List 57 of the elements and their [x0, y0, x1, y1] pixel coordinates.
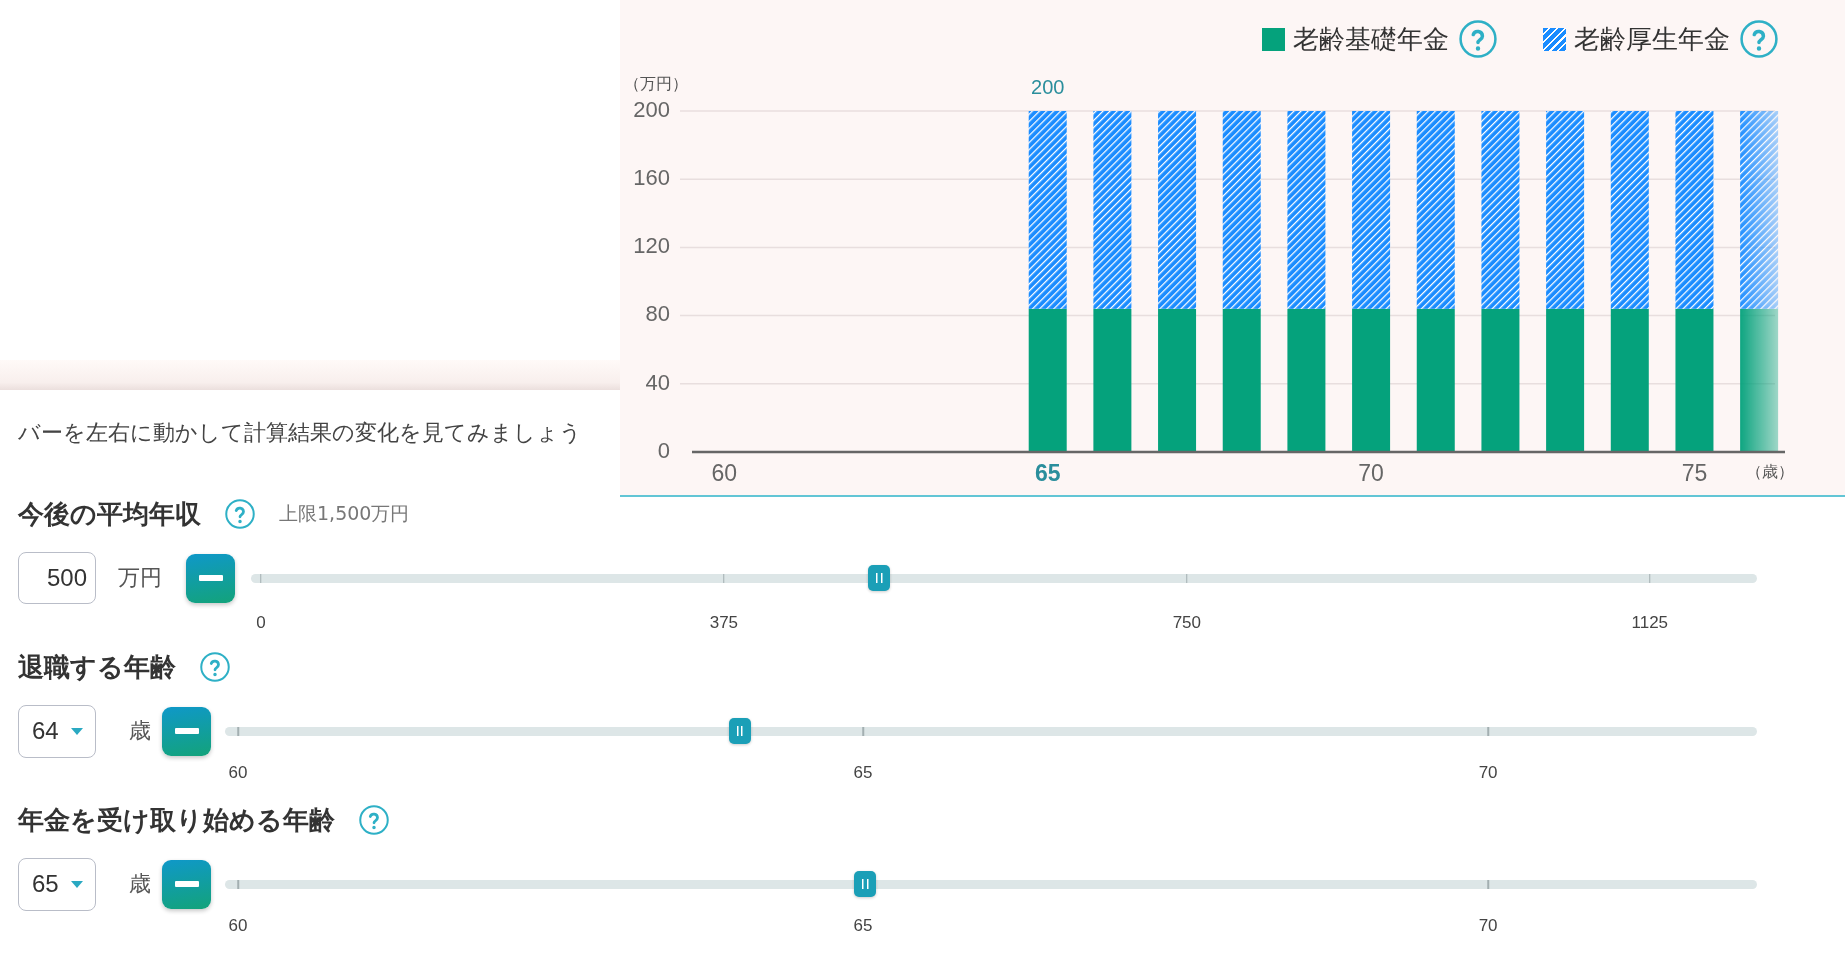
- caret-down-icon: [70, 727, 83, 735]
- y-tick-label: 120: [633, 233, 670, 259]
- tick-label: 70: [1478, 762, 1498, 783]
- minus-button[interactable]: [162, 706, 211, 756]
- slider-thumb[interactable]: [868, 565, 890, 591]
- help-icon[interactable]: [1459, 20, 1497, 58]
- tick-label: 70: [1478, 915, 1498, 936]
- unit-label: 歳: [129, 717, 151, 745]
- unit-label: 歳: [129, 870, 151, 898]
- help-icon[interactable]: [200, 652, 230, 682]
- tick-label: 375: [709, 612, 739, 633]
- field-label: 年金を受け取り始める年齢: [18, 803, 335, 837]
- minus-button[interactable]: [162, 859, 211, 909]
- limit-note: 上限1,500万円: [279, 501, 410, 526]
- age-select[interactable]: 65: [18, 857, 96, 911]
- y-tick-label: 40: [645, 369, 670, 395]
- x-tick-label: 75: [1681, 460, 1708, 487]
- x-axis-unit: （歳）: [1746, 463, 1794, 481]
- slider-tick: [862, 726, 864, 736]
- y-axis-unit: （万円）: [624, 75, 688, 93]
- minus-icon: [198, 575, 223, 581]
- tick-label: 1125: [1631, 612, 1669, 633]
- age-select[interactable]: 64: [18, 704, 96, 758]
- slider-thumb[interactable]: [854, 871, 877, 897]
- slider-tick: [237, 726, 239, 736]
- y-tick-label: 200: [633, 96, 670, 122]
- slider-tick: [1487, 879, 1489, 889]
- tick-label: 750: [1172, 612, 1201, 633]
- tick-label: 60: [228, 762, 248, 783]
- tick-label: 65: [853, 762, 873, 783]
- x-tick-label: 70: [1358, 460, 1384, 487]
- instruction-text: バーを左右に動かして計算結果の変化を見てみましょう: [18, 420, 582, 446]
- tick-label: 60: [228, 915, 248, 936]
- minus-icon: [174, 881, 199, 887]
- legend-label: 老齢厚生年金: [1574, 22, 1730, 56]
- help-icon[interactable]: [359, 805, 389, 835]
- slider-tick: [1487, 726, 1489, 736]
- slider-tick: [237, 879, 239, 889]
- y-tick-label: 80: [645, 301, 670, 327]
- caret-down-icon: [70, 880, 83, 888]
- minus-icon: [174, 728, 199, 734]
- slider-thumb[interactable]: [728, 718, 751, 744]
- x-tick-label: 65: [1034, 460, 1061, 487]
- help-icon[interactable]: [225, 499, 255, 529]
- data-label: 200: [1031, 76, 1065, 99]
- unit-label: 万円: [118, 564, 162, 592]
- tick-label: 0: [256, 612, 266, 633]
- field-label: 退職する年齢: [18, 650, 176, 684]
- x-tick-label: 60: [711, 460, 738, 487]
- y-tick-label: 0: [657, 437, 670, 463]
- field-label: 今後の平均年収: [18, 497, 201, 531]
- income-input[interactable]: 500: [18, 552, 96, 604]
- minus-button[interactable]: [186, 553, 235, 603]
- y-tick-label: 160: [633, 165, 670, 190]
- tick-label: 65: [853, 915, 873, 936]
- help-icon[interactable]: [1740, 20, 1778, 58]
- legend-label: 老齢基礎年金: [1293, 22, 1449, 56]
